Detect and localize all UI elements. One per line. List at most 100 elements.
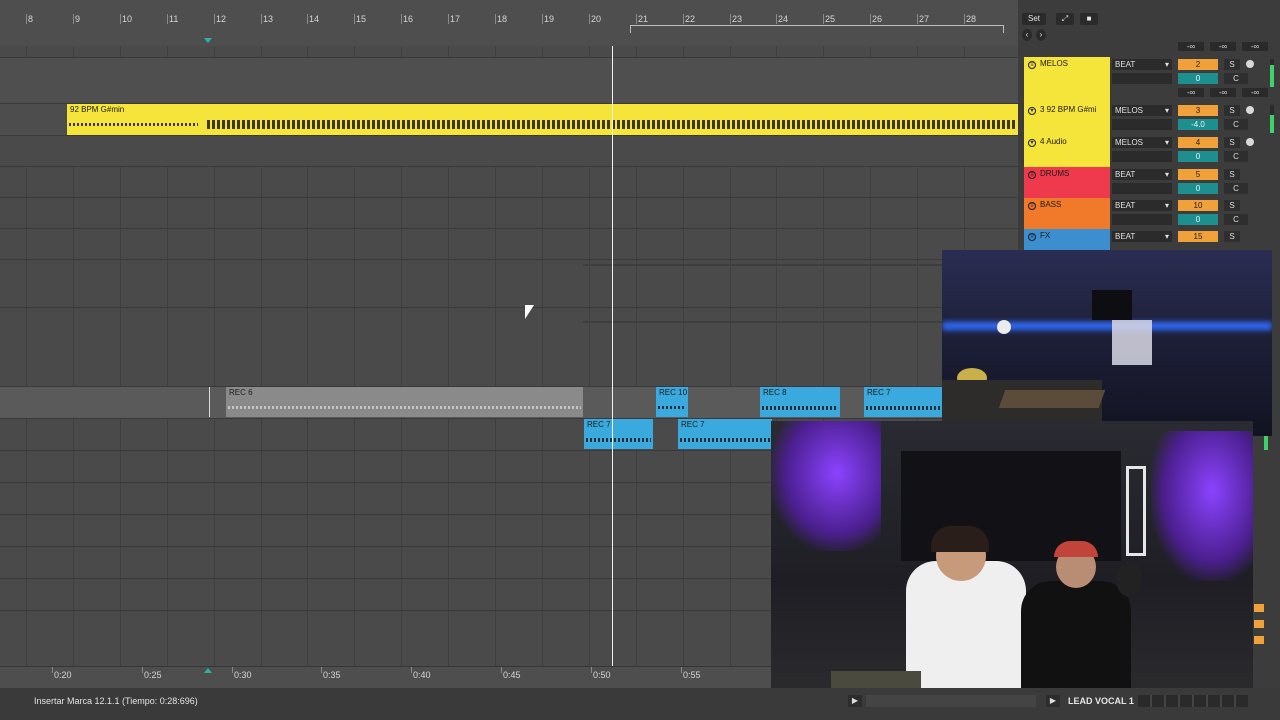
bar-number: 9 xyxy=(75,14,81,24)
fold-arrow-icon[interactable]: ▾ xyxy=(1028,107,1036,115)
input-channel-select[interactable] xyxy=(1112,183,1172,194)
fold-arrow-icon[interactable]: ▾ xyxy=(1028,139,1036,147)
input-select[interactable]: MELOS ▾ xyxy=(1112,105,1172,116)
track-number[interactable]: 5 xyxy=(1178,169,1218,180)
track-name-label: MELOS xyxy=(1040,59,1069,68)
track-name-4[interactable]: ▾ 4 Audio xyxy=(1024,135,1110,167)
loop-end-marker[interactable] xyxy=(204,668,212,673)
audio-clip-rec7-top[interactable]: REC 7 xyxy=(864,387,944,417)
input-select[interactable]: MELOS ▾ xyxy=(1112,137,1172,148)
track-melos[interactable]: ≡ MELOS BEAT ▾ 2 0 S C xyxy=(1024,57,1280,103)
solo-button[interactable]: S xyxy=(1224,169,1240,180)
track-number[interactable]: 4 xyxy=(1178,137,1218,148)
track-volume[interactable]: 0 xyxy=(1178,73,1218,84)
loop-brace[interactable] xyxy=(630,25,1004,33)
input-select[interactable]: BEAT ▾ xyxy=(1112,169,1172,180)
input-channel-select[interactable] xyxy=(1112,214,1172,225)
play-arrow-icon[interactable]: ▶ xyxy=(848,695,862,707)
track-lane-group[interactable] xyxy=(0,259,1018,308)
track-lane-melos[interactable] xyxy=(0,57,1018,104)
audio-clip-rec7-a[interactable]: REC 7 xyxy=(584,419,653,449)
peak-level: -∞ xyxy=(1242,42,1268,51)
loop-start-marker[interactable] xyxy=(204,38,212,43)
track-name-label: DRUMS xyxy=(1040,169,1070,178)
track-name-3[interactable]: ▾ 3 92 BPM G#mi xyxy=(1024,103,1110,135)
track-name-bass[interactable]: ≡ BASS xyxy=(1024,198,1110,229)
time-label: 0:55 xyxy=(683,670,701,680)
record-arm-button[interactable] xyxy=(1246,106,1254,114)
track-drums[interactable]: ≡ DRUMS BEAT ▾ 5 0 S C xyxy=(1024,167,1280,198)
track-fx[interactable]: ≡ FX BEAT ▾ 15 S xyxy=(1024,229,1280,251)
audio-clip-rec8[interactable]: REC 8 xyxy=(760,387,840,417)
track-number[interactable]: 15 xyxy=(1178,231,1218,242)
track-lane-bass[interactable] xyxy=(0,197,1018,229)
solo-button[interactable]: S xyxy=(1224,137,1240,148)
play-arrow-icon[interactable]: ▶ xyxy=(1046,695,1060,707)
audio-clip-rec7-b[interactable]: REC 7 xyxy=(678,419,772,449)
group-fold-icon[interactable]: ≡ xyxy=(1028,61,1036,69)
time-tick xyxy=(142,667,143,673)
playhead[interactable] xyxy=(612,46,613,666)
audio-clip-rec6[interactable]: REC 6 xyxy=(226,387,583,417)
bar-number: 19 xyxy=(544,14,555,24)
track-number[interactable]: 10 xyxy=(1178,200,1218,211)
record-arm-button[interactable] xyxy=(1246,60,1254,68)
input-select[interactable]: BEAT ▾ xyxy=(1112,231,1172,242)
audio-clip-rec10[interactable]: REC 10 xyxy=(656,387,688,417)
bar-tick xyxy=(73,14,74,24)
mouse-cursor-icon xyxy=(525,305,534,319)
track-name-fx[interactable]: ≡ FX xyxy=(1024,229,1110,251)
webcam-studio-overlay xyxy=(771,421,1253,691)
track-bass[interactable]: ≡ BASS BEAT ▾ 10 0 S C xyxy=(1024,198,1280,229)
track-lane-audio-4[interactable] xyxy=(0,135,1018,167)
group-fold-icon[interactable]: ≡ xyxy=(1028,233,1036,241)
audio-clip-92bpm[interactable]: 92 BPM G#min xyxy=(67,104,1018,135)
track-3-92bpm[interactable]: ▾ 3 92 BPM G#mi MELOS ▾ 3 -4.0 S C xyxy=(1024,103,1280,135)
input-channel-select[interactable] xyxy=(1112,119,1172,130)
group-fold-icon[interactable]: ≡ xyxy=(1028,202,1036,210)
track-name-melos[interactable]: ≡ MELOS xyxy=(1024,57,1110,103)
track-volume[interactable]: 0 xyxy=(1178,214,1218,225)
solo-button[interactable]: S xyxy=(1224,59,1240,70)
track-number-chip xyxy=(1254,620,1264,628)
track-volume[interactable]: 0 xyxy=(1178,183,1218,194)
pan-control[interactable]: C xyxy=(1224,214,1248,225)
track-lane-empty[interactable] xyxy=(0,307,1018,354)
bar-number: 16 xyxy=(403,14,414,24)
track-lane-drums[interactable] xyxy=(0,166,1018,198)
pan-control[interactable]: C xyxy=(1224,73,1248,84)
track-number[interactable]: 2 xyxy=(1178,59,1218,70)
group-fold-icon[interactable]: ≡ xyxy=(1028,171,1036,179)
solo-button[interactable]: S xyxy=(1224,231,1240,242)
pan-control[interactable]: C xyxy=(1224,119,1248,130)
overview-bar[interactable] xyxy=(866,695,1036,707)
record-arm-button[interactable] xyxy=(1246,138,1254,146)
pan-control[interactable]: C xyxy=(1224,151,1248,162)
expand-icon[interactable]: ⤢ xyxy=(1056,13,1074,25)
input-select[interactable]: BEAT ▾ xyxy=(1112,200,1172,211)
pan-control[interactable]: C xyxy=(1224,183,1248,194)
input-channel-select[interactable] xyxy=(1112,73,1172,84)
track-volume[interactable]: -4.0 xyxy=(1178,119,1218,130)
bar-number: 26 xyxy=(872,14,883,24)
track-name-drums[interactable]: ≡ DRUMS xyxy=(1024,167,1110,198)
bar-tick xyxy=(261,14,262,24)
forward-arrow-icon[interactable]: › xyxy=(1036,29,1046,41)
track-lane-fx[interactable] xyxy=(0,228,1018,260)
solo-button[interactable]: S xyxy=(1224,105,1240,116)
bar-number: 8 xyxy=(28,14,34,24)
set-button[interactable]: Set xyxy=(1022,13,1046,25)
solo-button[interactable]: S xyxy=(1224,200,1240,211)
track-number[interactable]: 3 xyxy=(1178,105,1218,116)
bar-tick xyxy=(448,14,449,24)
chevron-down-icon: ▾ xyxy=(1164,106,1169,115)
track-4-audio[interactable]: ▾ 4 Audio MELOS ▾ 4 0 S C xyxy=(1024,135,1280,167)
input-channel-select[interactable] xyxy=(1112,151,1172,162)
bar-ruler[interactable]: 8 9 10 11 12 13 14 15 16 17 18 19 20 21 22 23 24 25 26 27 28 xyxy=(0,0,1018,46)
input-select[interactable]: BEAT ▾ xyxy=(1112,59,1172,70)
lock-icon[interactable]: ■ xyxy=(1080,13,1098,25)
waveform xyxy=(586,438,651,442)
bar-number: 22 xyxy=(685,14,696,24)
track-volume[interactable]: 0 xyxy=(1178,151,1218,162)
back-arrow-icon[interactable]: ‹ xyxy=(1022,29,1032,41)
